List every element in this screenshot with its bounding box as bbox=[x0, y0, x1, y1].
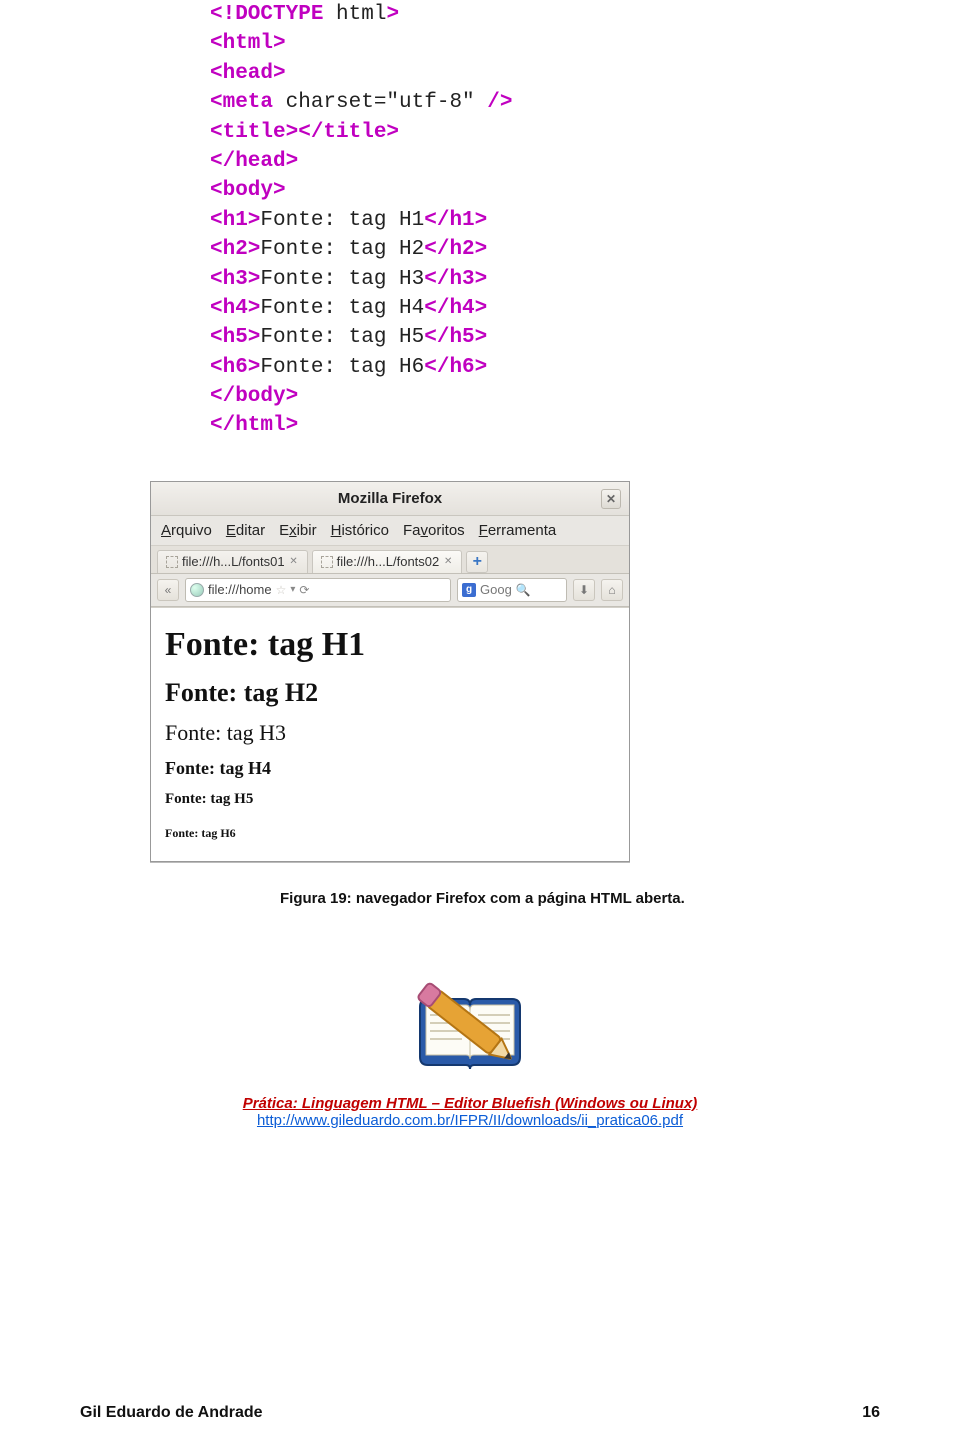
home-button[interactable]: ⌂ bbox=[601, 579, 623, 601]
google-icon: g bbox=[462, 583, 476, 597]
heading-h4: Fonte: tag H4 bbox=[165, 758, 615, 779]
heading-h6: Fonte: tag H6 bbox=[165, 826, 615, 841]
browser-navbar: « file:///home ☆ ▾ ⟳ g Goog 🔍 ⬇ ⌂ bbox=[151, 574, 629, 607]
url-bar[interactable]: file:///home ☆ ▾ ⟳ bbox=[185, 578, 451, 602]
browser-window: Mozilla Firefox ✕ Arquivo Editar Exibir His… bbox=[150, 481, 630, 862]
globe-icon bbox=[190, 583, 204, 597]
close-button[interactable]: ✕ bbox=[601, 489, 621, 509]
magnifier-icon[interactable]: 🔍 bbox=[516, 583, 531, 597]
browser-tab[interactable]: file:///h...L/fonts02✕ bbox=[312, 550, 463, 573]
footer-author: Gil Eduardo de Andrade bbox=[80, 1404, 263, 1422]
heading-h1: Fonte: tag H1 bbox=[165, 626, 615, 664]
heading-h5: Fonte: tag H5 bbox=[165, 791, 615, 808]
url-text: file:///home bbox=[208, 582, 272, 597]
book-icon bbox=[410, 987, 530, 1077]
downloads-button[interactable]: ⬇ bbox=[573, 579, 595, 601]
practice-title: Prática: Linguagem HTML – Editor Bluefis… bbox=[80, 1095, 860, 1112]
browser-tabbar: file:///h...L/fonts01✕file:///h...L/font… bbox=[151, 546, 629, 574]
menu-item[interactable]: Exibir bbox=[279, 522, 317, 539]
tab-label: file:///h...L/fonts02 bbox=[337, 554, 440, 569]
page-footer: Gil Eduardo de Andrade 16 bbox=[80, 1404, 880, 1422]
practice-link[interactable]: http://www.gileduardo.com.br/IFPR/II/dow… bbox=[257, 1112, 683, 1129]
file-icon bbox=[321, 556, 333, 568]
practice-block: Prática: Linguagem HTML – Editor Bluefis… bbox=[80, 1095, 860, 1129]
heading-h3: Fonte: tag H3 bbox=[165, 720, 615, 746]
search-box[interactable]: g Goog 🔍 bbox=[457, 578, 567, 602]
browser-tab[interactable]: file:///h...L/fonts01 ✕ bbox=[157, 550, 308, 573]
browser-menubar: Arquivo Editar Exibir Histórico Favoritos Fer… bbox=[151, 516, 629, 546]
browser-titlebar: Mozilla Firefox ✕ bbox=[151, 482, 629, 516]
back-button[interactable]: « bbox=[157, 579, 179, 601]
browser-viewport: Fonte: tag H1 Fonte: tag H2 Fonte: tag H… bbox=[151, 607, 629, 861]
menu-item[interactable]: Editar bbox=[226, 522, 265, 539]
file-icon bbox=[166, 556, 178, 568]
search-placeholder: Goog bbox=[480, 582, 512, 597]
heading-h2: Fonte: tag H2 bbox=[165, 678, 615, 708]
tab-close-icon[interactable]: ✕ bbox=[443, 557, 453, 567]
dropdown-icon[interactable]: ▾ bbox=[290, 584, 295, 595]
footer-page: 16 bbox=[862, 1404, 880, 1422]
reload-icon[interactable]: ⟳ bbox=[299, 583, 309, 597]
code-block: <!DOCTYPE html><html><head><meta charset… bbox=[210, 0, 860, 441]
bookmark-star-icon[interactable]: ☆ bbox=[276, 583, 287, 597]
tab-label: file:///h...L/fonts01 bbox=[182, 554, 285, 569]
menu-item[interactable]: Favoritos bbox=[403, 522, 465, 539]
menu-item[interactable]: Ferramenta bbox=[479, 522, 557, 539]
figure-caption: Figura 19: navegador Firefox com a págin… bbox=[280, 890, 860, 907]
new-tab-button[interactable]: + bbox=[466, 551, 488, 573]
tab-close-icon[interactable]: ✕ bbox=[289, 557, 299, 567]
browser-title: Mozilla Firefox bbox=[338, 490, 442, 507]
menu-item[interactable]: Histórico bbox=[331, 522, 389, 539]
menu-item[interactable]: Arquivo bbox=[161, 522, 212, 539]
